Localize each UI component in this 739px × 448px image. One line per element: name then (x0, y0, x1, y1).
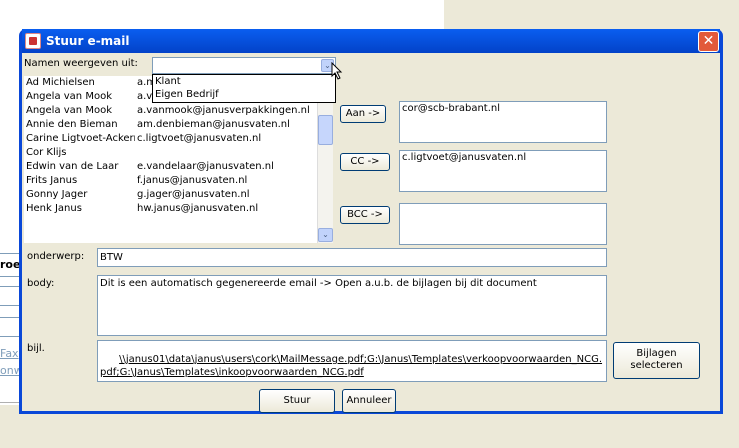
dialog-body: Namen weergeven uit: ⌄ Klant Eigen Bedri… (22, 53, 720, 413)
scroll-down-icon[interactable]: ⌄ (318, 228, 333, 242)
subject-field[interactable]: BTW (97, 248, 607, 267)
contact-name: Carine Ligtvoet-Ackerm (26, 133, 135, 144)
add-bcc-button[interactable]: BCC -> (340, 206, 390, 224)
background-field (0, 317, 20, 337)
contact-email: am.denbieman@janusvaten.nl (137, 119, 290, 130)
background-field (0, 286, 20, 306)
add-cc-button[interactable]: CC -> (340, 153, 390, 171)
names-source-combo[interactable]: ⌄ (152, 57, 336, 74)
subject-label: onderwerp: (27, 251, 85, 262)
list-item[interactable]: Annie den Bieman am.denbieman@janusvaten.… (24, 118, 333, 132)
scrollbar-thumb[interactable] (318, 115, 333, 145)
window-title: Stuur e-mail (46, 34, 130, 48)
title-bar[interactable]: Stuur e-mail ✕ (22, 29, 720, 53)
contact-name: Edwin van de Laar (26, 161, 119, 172)
app-icon (25, 33, 41, 49)
send-button[interactable]: Stuur (259, 389, 335, 413)
list-item[interactable]: Carine Ligtvoet-Ackerm c.ligtvoet@janusva… (24, 132, 333, 146)
contact-email (135, 146, 137, 160)
list-item[interactable]: Angela van Mook a.vanmook@janusverpakking… (24, 104, 333, 118)
list-item[interactable]: Gonny Jager g.jager@janusvaten.nl (24, 188, 333, 202)
contact-email: hw.janus@janusvaten.nl (137, 203, 259, 214)
contact-email: e.vandelaar@janusvaten.nl (137, 161, 274, 172)
contact-name: Angela van Mook (26, 91, 112, 102)
background-fragment-text: roe (0, 258, 21, 271)
contact-name: Ad Michielsen (26, 77, 95, 88)
list-item[interactable]: Edwin van de Laar e.vandelaar@janusvaten.… (24, 160, 333, 174)
contact-name: Henk Janus (26, 203, 82, 214)
close-button[interactable]: ✕ (698, 30, 719, 52)
names-source-label: Namen weergeven uit: (24, 58, 138, 69)
list-item[interactable]: Henk Janus hw.janus@janusvaten.nl (24, 202, 333, 216)
body-field[interactable]: Dit is een automatisch gegenereerde emai… (97, 275, 607, 336)
email-dialog: Stuur e-mail ✕ Namen weergeven uit: ⌄ Kl… (19, 29, 723, 414)
contact-name: Cor Klijs (26, 147, 67, 158)
add-to-button[interactable]: Aan -> (340, 105, 386, 123)
select-attachments-button[interactable]: Bijlagen selecteren (613, 342, 700, 379)
contact-email: f.janus@janusvaten.nl (137, 175, 248, 186)
contact-email: a.v (137, 91, 153, 102)
contact-email: a.vanmook@janusverpakkingen.nl (137, 105, 310, 116)
bcc-field[interactable] (399, 203, 607, 245)
list-item[interactable]: Frits Janus f.janus@janusvaten.nl (24, 174, 333, 188)
contact-name: Gonny Jager (26, 189, 88, 200)
dropdown-option-klant[interactable]: Klant (153, 75, 335, 88)
contact-name: Angela van Mook (26, 105, 112, 116)
contacts-scrollbar[interactable]: ⌄ (317, 99, 333, 243)
attachments-label: bijl. (27, 343, 45, 354)
dropdown-option-eigen-bedrijf[interactable]: Eigen Bedrijf (153, 88, 335, 101)
contact-name: Frits Janus (26, 175, 78, 186)
mouse-cursor-icon (331, 62, 343, 80)
list-item[interactable]: Cor Klijs (24, 146, 333, 160)
background-link[interactable]: Fax (0, 347, 19, 360)
to-field[interactable]: cor@scb-brabant.nl (399, 101, 607, 143)
body-label: body: (27, 278, 55, 289)
names-source-dropdown: Klant Eigen Bedrijf (152, 74, 336, 103)
attachments-paths[interactable]: \\janus01\data\janus\users\cork\MailMess… (100, 354, 602, 378)
contact-email: g.jager@janusvaten.nl (137, 189, 250, 200)
contact-name: Annie den Bieman (26, 119, 118, 130)
contact-email: c.ligtvoet@janusvaten.nl (137, 133, 262, 144)
attachments-field[interactable]: \\janus01\data\janus\users\cork\MailMess… (97, 340, 607, 382)
cc-field[interactable]: c.ligtvoet@janusvaten.nl (399, 150, 607, 192)
cancel-button[interactable]: Annuleer (342, 389, 396, 413)
